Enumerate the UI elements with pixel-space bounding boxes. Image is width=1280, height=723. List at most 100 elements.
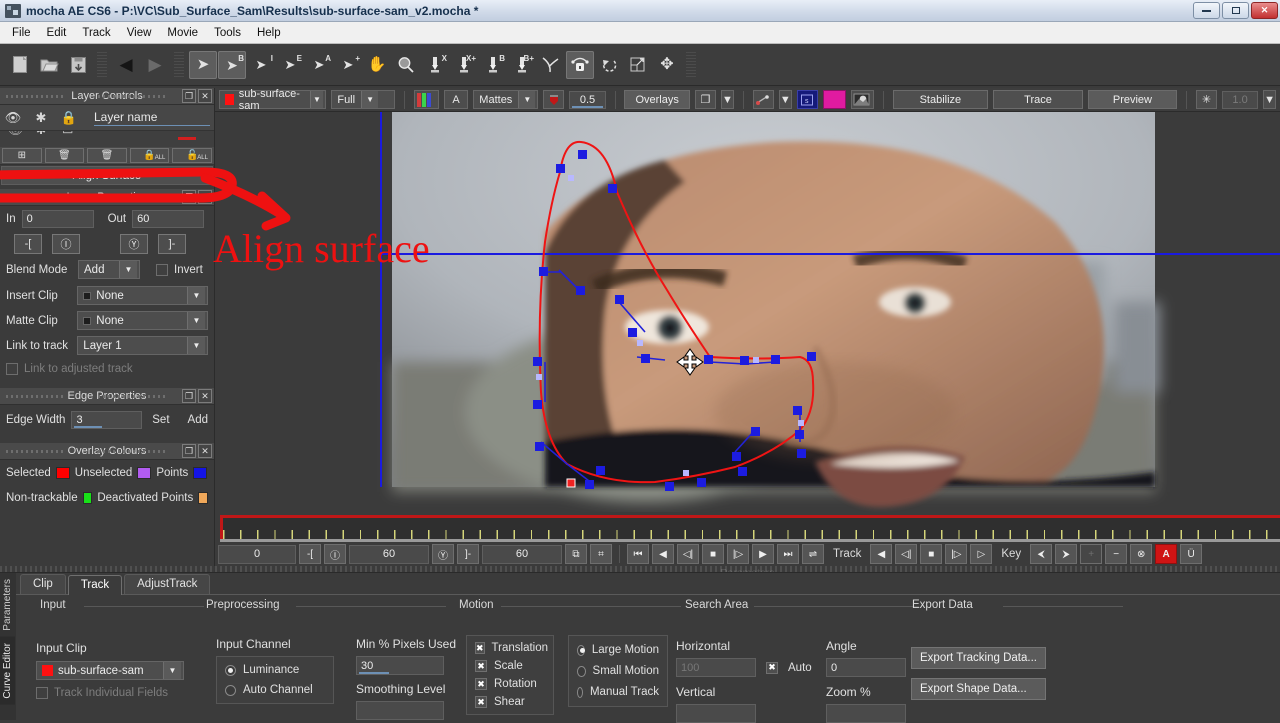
lock-icon-row[interactable]: ▭: [62, 131, 73, 137]
spline-points-icon[interactable]: [752, 90, 774, 109]
small-motion-radio[interactable]: [577, 665, 586, 677]
add-key-button[interactable]: +: [1080, 544, 1103, 564]
go-to-end-button[interactable]: ⏭: [777, 544, 799, 564]
pan-hand-tool-icon[interactable]: ✋: [363, 51, 391, 79]
manual-track-radio[interactable]: [577, 686, 583, 698]
chevron-down-icon[interactable]: ▼: [187, 287, 205, 304]
spline-colour-swatch[interactable]: [822, 90, 846, 109]
timeline-in-field[interactable]: 0: [218, 544, 296, 564]
clip-select[interactable]: sub-surface-sam ▼: [219, 88, 327, 112]
next-icon[interactable]: ▶: [141, 51, 169, 79]
stop-button[interactable]: ■: [702, 544, 724, 564]
go-to-in-button[interactable]: Ⓘ: [52, 234, 80, 254]
chevron-down-icon[interactable]: ▼: [778, 90, 792, 109]
go-to-in-button[interactable]: Ⓘ: [324, 544, 346, 564]
go-to-start-button[interactable]: ⏮: [627, 544, 649, 564]
alpha-channel-button[interactable]: A: [443, 90, 469, 109]
select-a-tool-icon[interactable]: ➤ A: [305, 51, 333, 79]
select-i-tool-icon[interactable]: ➤ I: [247, 51, 275, 79]
magnetic-spline-tool-icon[interactable]: [537, 51, 565, 79]
vtab-curve-editor[interactable]: Curve Editor: [0, 636, 15, 705]
float-panel-button[interactable]: ❐: [182, 89, 196, 103]
gear-icon-row[interactable]: ✱: [36, 131, 46, 137]
go-to-out-button[interactable]: Ⓨ: [120, 234, 148, 254]
align-surface-button[interactable]: Align Surface: [1, 166, 213, 185]
horizontal-field[interactable]: 100: [676, 658, 756, 677]
close-button[interactable]: ✕: [1251, 2, 1278, 19]
chevron-down-icon[interactable]: ▼: [720, 90, 734, 109]
chevron-down-icon[interactable]: ▼: [187, 312, 205, 329]
surface-icon[interactable]: s: [796, 90, 818, 109]
shear-checkbox[interactable]: ✖: [475, 696, 487, 708]
chevron-down-icon[interactable]: ▼: [163, 662, 181, 679]
zoom-percent-field[interactable]: [826, 704, 906, 723]
new-project-icon[interactable]: [6, 51, 34, 79]
minimize-button[interactable]: [1193, 2, 1220, 19]
bezier-add-tool-icon[interactable]: B+: [508, 51, 536, 79]
close-panel-button[interactable]: ✕: [198, 190, 212, 204]
rgb-channels-icon[interactable]: [414, 90, 439, 109]
stabilize-button[interactable]: Stabilize: [892, 90, 989, 109]
zoom-select[interactable]: Full ▼: [331, 90, 396, 109]
mattes-select[interactable]: Mattes ▼: [473, 90, 539, 109]
delete-keyframes-button[interactable]: 🗑: [87, 148, 127, 163]
link-adjusted-checkbox[interactable]: [6, 363, 18, 375]
track-backward-all-button[interactable]: ◀: [870, 544, 893, 564]
timeline-out-field[interactable]: 60: [482, 544, 562, 564]
step-back-button[interactable]: ◁|: [677, 544, 699, 564]
in-field[interactable]: 0: [21, 210, 94, 228]
track-forward-button[interactable]: |▷: [945, 544, 968, 564]
add-button[interactable]: Add: [188, 414, 208, 426]
matte-opacity-field[interactable]: 0.5: [569, 90, 606, 109]
large-motion-radio[interactable]: [577, 644, 585, 656]
overlays-button[interactable]: Overlays: [624, 90, 690, 109]
matte-clip-select[interactable]: None ▼: [77, 311, 208, 330]
maximize-button[interactable]: [1222, 2, 1249, 19]
angle-field[interactable]: 0: [826, 658, 906, 677]
rotation-checkbox[interactable]: ✖: [475, 678, 487, 690]
menu-view[interactable]: View: [119, 24, 160, 42]
set-in-button[interactable]: -[: [14, 234, 42, 254]
export-tracking-data-button[interactable]: Export Tracking Data...: [911, 647, 1046, 669]
lock-all-button[interactable]: 🔒 ALL: [129, 148, 170, 163]
timeline-current-field[interactable]: 60: [349, 544, 429, 564]
gear-icon[interactable]: ✱: [32, 110, 50, 126]
link-to-track-select[interactable]: Layer 1 ▼: [77, 336, 208, 355]
track-forward-all-button[interactable]: ▷: [970, 544, 993, 564]
menu-tools[interactable]: Tools: [206, 24, 249, 42]
loop-button[interactable]: ⇌: [802, 544, 824, 564]
auto-checkbox[interactable]: ✖: [766, 661, 778, 674]
bezier-tool-icon[interactable]: B: [479, 51, 507, 79]
menu-movie[interactable]: Movie: [159, 24, 206, 42]
gain-field[interactable]: 1.0: [1222, 90, 1259, 109]
trace-button[interactable]: Trace: [993, 90, 1083, 109]
lock-icon[interactable]: 🔒: [60, 110, 78, 126]
open-project-icon[interactable]: [35, 51, 63, 79]
zoom-window-icon[interactable]: [850, 90, 874, 109]
chevron-down-icon[interactable]: ▼: [361, 91, 379, 108]
matte-colour-icon[interactable]: [543, 90, 565, 109]
vtab-parameters[interactable]: Parameters: [0, 573, 15, 637]
chevron-down-icon[interactable]: ▼: [309, 91, 324, 108]
viewer-image[interactable]: [215, 112, 1280, 532]
close-panel-button[interactable]: ✕: [198, 89, 212, 103]
selected-colour-swatch[interactable]: [55, 467, 70, 479]
preview-button[interactable]: Preview: [1087, 90, 1177, 109]
next-key-button[interactable]: ⮞: [1055, 544, 1078, 564]
select-tool-icon[interactable]: ➤: [189, 50, 217, 79]
xspline-add-tool-icon[interactable]: X+: [450, 51, 478, 79]
min-pixels-field[interactable]: 30: [356, 656, 444, 675]
set-in-button[interactable]: -[: [299, 544, 321, 564]
unselected-colour-swatch[interactable]: [137, 467, 152, 479]
menu-file[interactable]: File: [4, 24, 39, 42]
select-b-tool-icon[interactable]: ➤ B: [218, 50, 246, 79]
edge-width-field[interactable]: 3: [71, 411, 143, 429]
export-shape-data-button[interactable]: Export Shape Data...: [911, 678, 1046, 700]
rotate-surface-tool-icon[interactable]: [595, 51, 623, 79]
non-trackable-colour-swatch[interactable]: [82, 492, 93, 504]
set-button[interactable]: Set: [152, 414, 169, 426]
save-project-icon[interactable]: [64, 51, 92, 79]
play-forward-button[interactable]: ▶: [752, 544, 774, 564]
menu-track[interactable]: Track: [74, 24, 118, 42]
layer-list-row[interactable]: 👁 ✱ ▭: [0, 131, 214, 147]
